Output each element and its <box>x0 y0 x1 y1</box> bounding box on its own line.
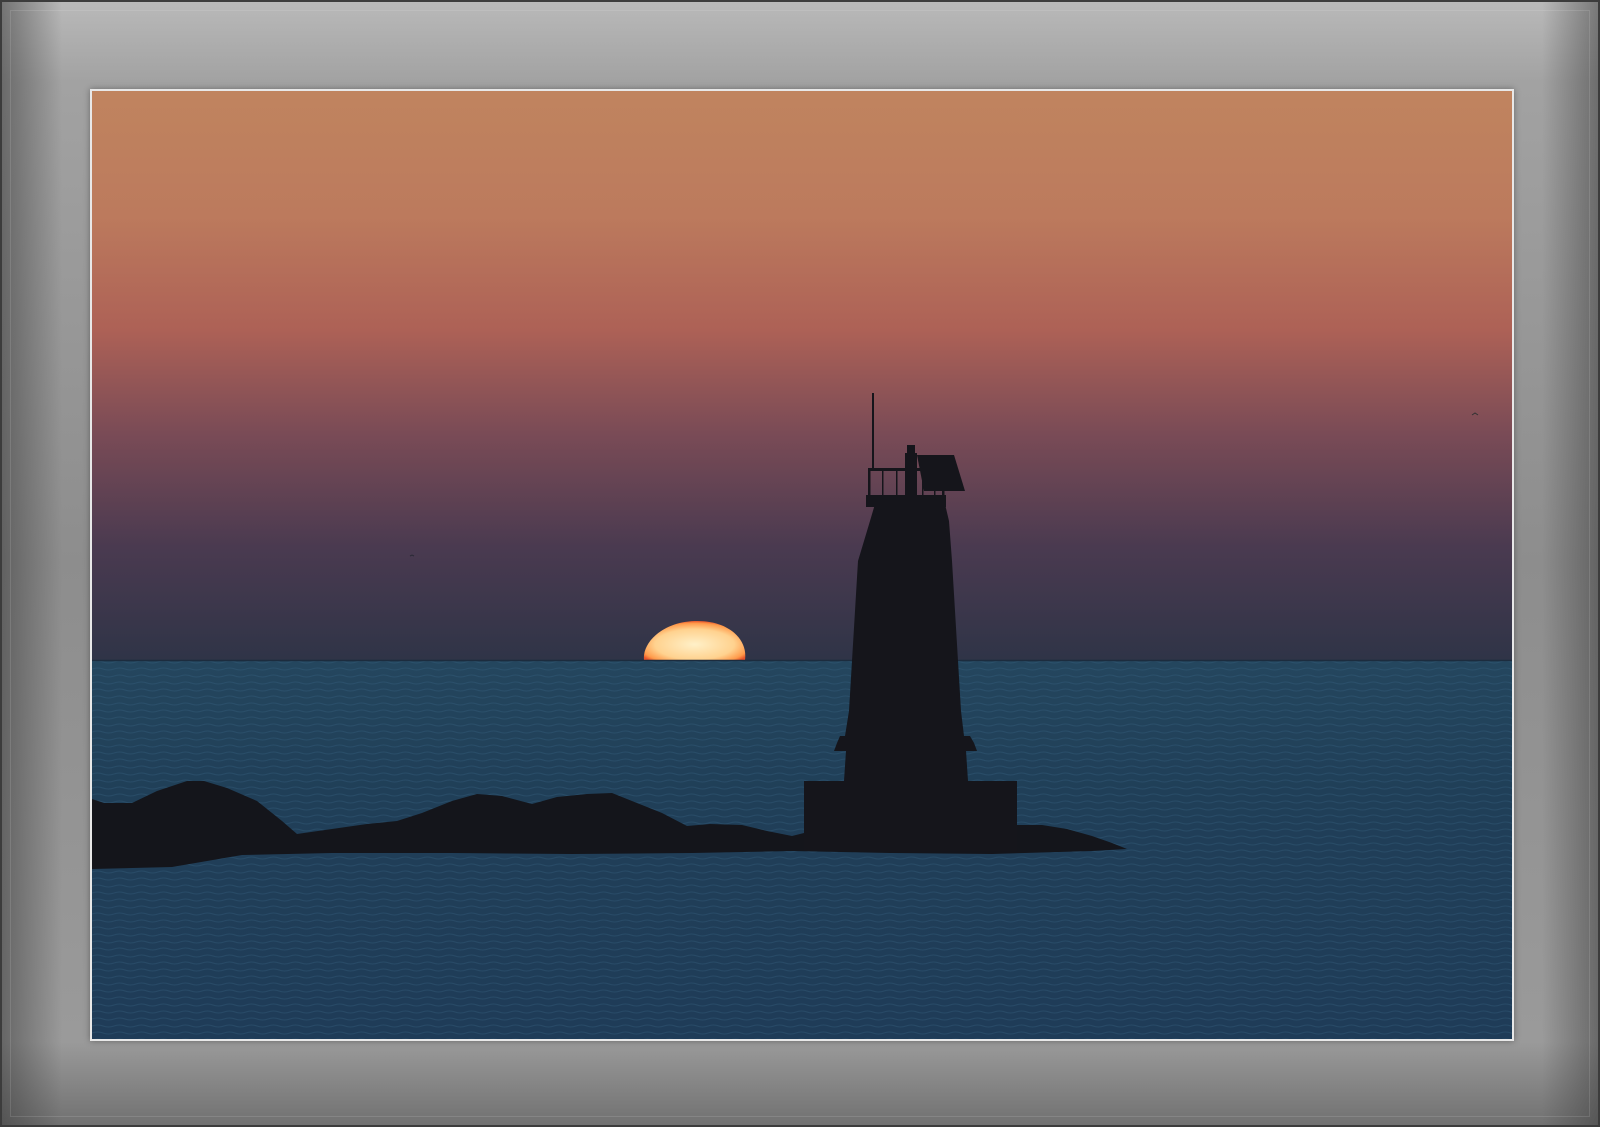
sunrise-lighthouse-photo <box>92 91 1512 1039</box>
photo-mat <box>90 89 1514 1041</box>
sky <box>92 91 1512 661</box>
picture-frame <box>0 0 1600 1127</box>
